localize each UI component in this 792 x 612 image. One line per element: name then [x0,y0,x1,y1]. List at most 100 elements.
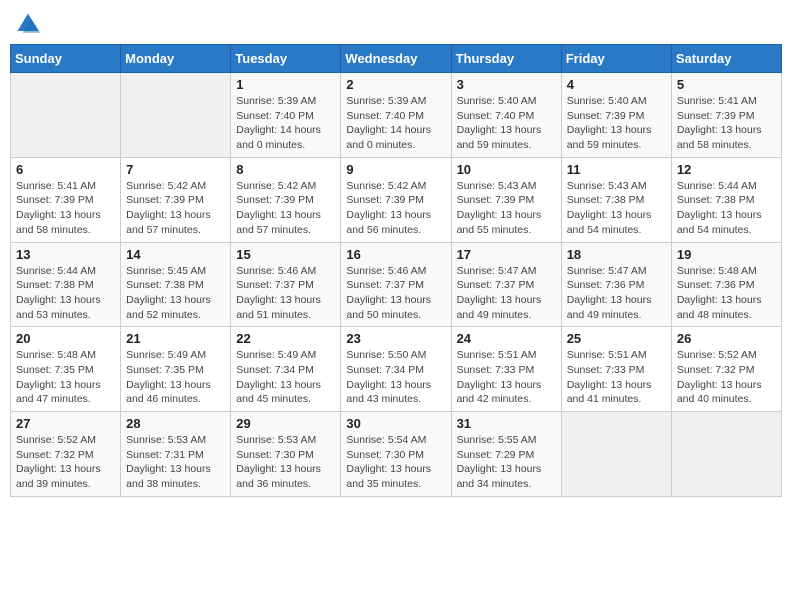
day-number: 17 [457,247,556,262]
calendar-cell [561,412,671,497]
calendar-cell: 30Sunrise: 5:54 AMSunset: 7:30 PMDayligh… [341,412,451,497]
page-header [10,10,782,38]
day-number: 10 [457,162,556,177]
day-number: 28 [126,416,225,431]
calendar-cell: 19 Sunrise: 5:48 AMSunset: 7:36 PMDayligh… [671,242,781,327]
day-info: Sunrise: 5:44 AMSunset: 7:38 PMDaylight:… [16,264,115,323]
weekday-header: Saturday [671,45,781,73]
day-info: Sunrise: 5:43 AMSunset: 7:38 PMDaylight:… [567,179,666,238]
weekday-header: Friday [561,45,671,73]
day-info: Sunrise: 5:41 AMSunset: 7:39 PMDaylight:… [677,94,776,153]
calendar-cell [671,412,781,497]
calendar-cell: 7 Sunrise: 5:42 AMSunset: 7:39 PMDaylight… [121,157,231,242]
day-info: Sunrise: 5:46 AMSunset: 7:37 PMDaylight:… [346,264,445,323]
day-info: Sunrise: 5:48 AMSunset: 7:36 PMDaylight:… [677,264,776,323]
day-number: 26 [677,331,776,346]
calendar-week-row: 20 Sunrise: 5:48 AMSunset: 7:35 PMDayligh… [11,327,782,412]
calendar-cell [11,73,121,158]
day-number: 7 [126,162,225,177]
logo-icon [14,10,42,38]
day-info: Sunrise: 5:44 AMSunset: 7:38 PMDaylight:… [677,179,776,238]
calendar-cell: 21 Sunrise: 5:49 AMSunset: 7:35 PMDayligh… [121,327,231,412]
day-info: Sunrise: 5:48 AMSunset: 7:35 PMDaylight:… [16,348,115,407]
day-number: 19 [677,247,776,262]
day-info: Sunrise: 5:43 AMSunset: 7:39 PMDaylight:… [457,179,556,238]
day-info: Sunrise: 5:46 AMSunset: 7:37 PMDaylight:… [236,264,335,323]
day-info: Sunrise: 5:42 AMSunset: 7:39 PMDaylight:… [236,179,335,238]
weekday-header: Sunday [11,45,121,73]
day-number: 18 [567,247,666,262]
calendar-week-row: 27Sunrise: 5:52 AMSunset: 7:32 PMDayligh… [11,412,782,497]
day-info: Sunrise: 5:49 AMSunset: 7:34 PMDaylight:… [236,348,335,407]
day-info: Sunrise: 5:52 AMSunset: 7:32 PMDaylight:… [16,433,115,492]
day-number: 14 [126,247,225,262]
day-number: 6 [16,162,115,177]
day-info: Sunrise: 5:47 AMSunset: 7:36 PMDaylight:… [567,264,666,323]
day-number: 13 [16,247,115,262]
day-number: 12 [677,162,776,177]
weekday-header: Thursday [451,45,561,73]
logo [14,10,44,38]
day-info: Sunrise: 5:50 AMSunset: 7:34 PMDaylight:… [346,348,445,407]
day-info: Sunrise: 5:53 AMSunset: 7:30 PMDaylight:… [236,433,335,492]
calendar-cell: 12 Sunrise: 5:44 AMSunset: 7:38 PMDayligh… [671,157,781,242]
calendar-cell: 15Sunrise: 5:46 AMSunset: 7:37 PMDayligh… [231,242,341,327]
calendar-cell [121,73,231,158]
day-number: 31 [457,416,556,431]
day-info: Sunrise: 5:45 AMSunset: 7:38 PMDaylight:… [126,264,225,323]
day-number: 4 [567,77,666,92]
calendar-cell: 24 Sunrise: 5:51 AMSunset: 7:33 PMDayligh… [451,327,561,412]
calendar-cell: 22Sunrise: 5:49 AMSunset: 7:34 PMDayligh… [231,327,341,412]
day-number: 23 [346,331,445,346]
calendar-cell: 29 Sunrise: 5:53 AMSunset: 7:30 PMDayligh… [231,412,341,497]
calendar-cell: 17 Sunrise: 5:47 AMSunset: 7:37 PMDayligh… [451,242,561,327]
calendar-cell: 11 Sunrise: 5:43 AMSunset: 7:38 PMDayligh… [561,157,671,242]
day-info: Sunrise: 5:54 AMSunset: 7:30 PMDaylight:… [346,433,445,492]
day-number: 16 [346,247,445,262]
calendar-table: SundayMondayTuesdayWednesdayThursdayFrid… [10,44,782,497]
calendar-cell: 4Sunrise: 5:40 AMSunset: 7:39 PMDaylight… [561,73,671,158]
calendar-cell: 25Sunrise: 5:51 AMSunset: 7:33 PMDayligh… [561,327,671,412]
day-number: 9 [346,162,445,177]
calendar-cell: 20 Sunrise: 5:48 AMSunset: 7:35 PMDayligh… [11,327,121,412]
calendar-cell: 13 Sunrise: 5:44 AMSunset: 7:38 PMDayligh… [11,242,121,327]
calendar-cell: 28 Sunrise: 5:53 AMSunset: 7:31 PMDayligh… [121,412,231,497]
day-info: Sunrise: 5:39 AMSunset: 7:40 PMDaylight:… [346,94,445,153]
day-info: Sunrise: 5:39 AMSunset: 7:40 PMDaylight:… [236,94,335,153]
calendar-cell: 2 Sunrise: 5:39 AMSunset: 7:40 PMDaylight… [341,73,451,158]
day-info: Sunrise: 5:53 AMSunset: 7:31 PMDaylight:… [126,433,225,492]
day-info: Sunrise: 5:47 AMSunset: 7:37 PMDaylight:… [457,264,556,323]
day-info: Sunrise: 5:42 AMSunset: 7:39 PMDaylight:… [126,179,225,238]
calendar-cell: 10 Sunrise: 5:43 AMSunset: 7:39 PMDayligh… [451,157,561,242]
calendar-week-row: 13 Sunrise: 5:44 AMSunset: 7:38 PMDayligh… [11,242,782,327]
day-number: 21 [126,331,225,346]
day-number: 3 [457,77,556,92]
weekday-header: Wednesday [341,45,451,73]
calendar-cell: 31 Sunrise: 5:55 AMSunset: 7:29 PMDayligh… [451,412,561,497]
calendar-cell: 14 Sunrise: 5:45 AMSunset: 7:38 PMDayligh… [121,242,231,327]
weekday-header: Monday [121,45,231,73]
day-number: 8 [236,162,335,177]
day-number: 2 [346,77,445,92]
day-info: Sunrise: 5:42 AMSunset: 7:39 PMDaylight:… [346,179,445,238]
day-info: Sunrise: 5:52 AMSunset: 7:32 PMDaylight:… [677,348,776,407]
calendar-week-row: 1 Sunrise: 5:39 AMSunset: 7:40 PMDaylight… [11,73,782,158]
day-number: 1 [236,77,335,92]
day-number: 11 [567,162,666,177]
day-number: 24 [457,331,556,346]
day-info: Sunrise: 5:49 AMSunset: 7:35 PMDaylight:… [126,348,225,407]
day-info: Sunrise: 5:51 AMSunset: 7:33 PMDaylight:… [457,348,556,407]
calendar-cell: 8 Sunrise: 5:42 AMSunset: 7:39 PMDaylight… [231,157,341,242]
calendar-cell: 6Sunrise: 5:41 AMSunset: 7:39 PMDaylight… [11,157,121,242]
calendar-cell: 23 Sunrise: 5:50 AMSunset: 7:34 PMDayligh… [341,327,451,412]
calendar-cell: 18 Sunrise: 5:47 AMSunset: 7:36 PMDayligh… [561,242,671,327]
day-number: 20 [16,331,115,346]
day-info: Sunrise: 5:40 AMSunset: 7:40 PMDaylight:… [457,94,556,153]
calendar-header-row: SundayMondayTuesdayWednesdayThursdayFrid… [11,45,782,73]
day-info: Sunrise: 5:55 AMSunset: 7:29 PMDaylight:… [457,433,556,492]
calendar-cell: 5Sunrise: 5:41 AMSunset: 7:39 PMDaylight… [671,73,781,158]
day-number: 25 [567,331,666,346]
calendar-cell: 3 Sunrise: 5:40 AMSunset: 7:40 PMDaylight… [451,73,561,158]
calendar-cell: 26 Sunrise: 5:52 AMSunset: 7:32 PMDayligh… [671,327,781,412]
day-number: 29 [236,416,335,431]
